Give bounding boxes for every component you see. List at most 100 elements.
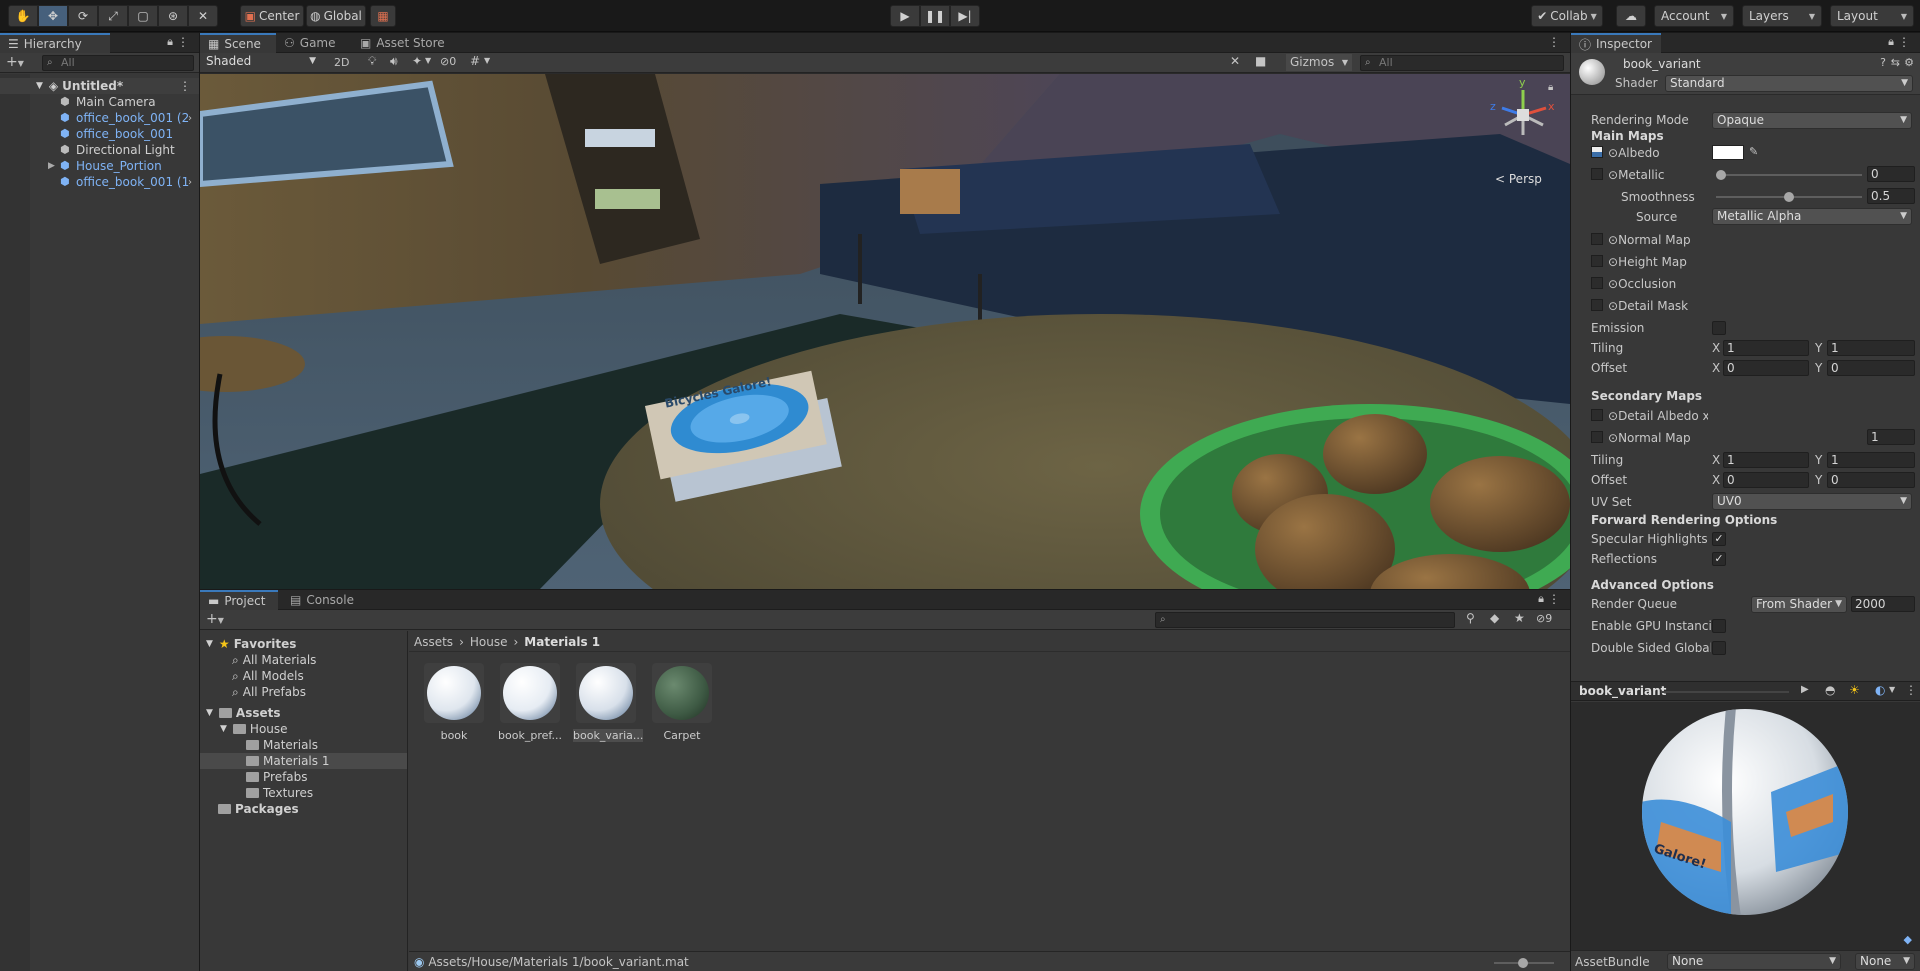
audio-icon[interactable]: 🔊︎	[390, 54, 398, 69]
chevron-right-icon[interactable]: ›	[188, 113, 192, 124]
secondary-normal-scale-input[interactable]: 1	[1867, 429, 1915, 445]
secondary-tiling-x-input[interactable]: 1	[1723, 452, 1809, 468]
smoothness-source-dropdown[interactable]: Metallic Alpha ▼	[1712, 208, 1912, 225]
hierarchy-item[interactable]: ⬢ Main Camera	[0, 94, 199, 110]
tab-game[interactable]: ⚇ Game	[276, 33, 350, 53]
asset-item[interactable]: Carpet	[649, 663, 715, 742]
smoothness-slider-knob[interactable]	[1784, 192, 1794, 202]
pivot-center-button[interactable]: ▣ Center	[240, 5, 304, 27]
lighting-icon[interactable]: 💡︎	[368, 54, 376, 69]
offset-y-input[interactable]: 0	[1827, 360, 1915, 376]
tiling-x-input[interactable]: 1	[1723, 340, 1809, 356]
gear-icon[interactable]: ⚙	[1904, 56, 1914, 69]
chevron-down-icon[interactable]: ▼	[484, 56, 490, 65]
more-menu-icon[interactable]: ⋮	[1548, 592, 1560, 606]
chevron-right-icon[interactable]: ›	[188, 177, 192, 188]
lock-icon[interactable]: 🔒︎	[1888, 35, 1894, 49]
favorite-item[interactable]: ⌕ All Prefabs	[200, 684, 407, 700]
occlusion-slot[interactable]	[1591, 277, 1603, 289]
picker-dot-icon[interactable]: ⊙	[1608, 409, 1618, 423]
breadcrumb-materials-1[interactable]: Materials 1	[524, 635, 600, 649]
toggle-2d-button[interactable]: 2D	[334, 56, 349, 69]
lock-icon[interactable]: 🔒︎	[1548, 82, 1553, 93]
hidden-objects-toggle[interactable]: ⊘0	[440, 55, 456, 68]
filter-type-icon[interactable]: ⚲	[1466, 611, 1475, 625]
hierarchy-search-input[interactable]: ⌕ All	[42, 55, 194, 71]
tab-hierarchy[interactable]: ☰ Hierarchy	[0, 33, 110, 53]
eyedropper-icon[interactable]: ✎	[1749, 145, 1758, 158]
tab-console[interactable]: ▤ Console	[282, 590, 360, 610]
more-menu-icon[interactable]: ⋮	[1548, 35, 1560, 49]
favorite-item[interactable]: ⌕ All Materials	[200, 652, 407, 668]
packages-row[interactable]: Packages	[200, 801, 407, 817]
chevron-down-icon[interactable]: ▼	[1889, 685, 1895, 694]
help-icon[interactable]: ?	[1880, 56, 1886, 69]
scene-menu-icon[interactable]: ⋮	[179, 79, 191, 93]
folder-item[interactable]: Prefabs	[200, 769, 407, 785]
house-folder-row[interactable]: ▼ House	[200, 721, 407, 737]
specular-highlights-checkbox[interactable]: ✓	[1712, 532, 1726, 546]
project-search-input[interactable]: ⌕	[1155, 612, 1455, 628]
emission-checkbox[interactable]	[1712, 321, 1726, 335]
sphere-shape-icon[interactable]: ◓	[1825, 683, 1835, 697]
more-menu-icon[interactable]: ⋮	[1898, 35, 1910, 49]
lock-icon[interactable]: 🔒︎	[1538, 592, 1544, 606]
metallic-texture-slot[interactable]	[1591, 168, 1603, 180]
move-tool-button[interactable]: ✥	[38, 5, 68, 27]
account-dropdown[interactable]: Account ▼	[1654, 5, 1734, 27]
asset-item[interactable]: book	[421, 663, 487, 742]
asset-item[interactable]: book_varia...	[573, 663, 644, 742]
hand-tool-button[interactable]: ✋	[8, 5, 38, 27]
tab-scene[interactable]: ▦ Scene	[200, 33, 276, 53]
play-button[interactable]: ▶	[890, 5, 920, 27]
tab-asset-store[interactable]: ▣ Asset Store	[352, 33, 462, 53]
step-button[interactable]: ▶|	[950, 5, 980, 27]
lock-icon[interactable]: 🔒︎	[167, 35, 173, 49]
detail-albedo-slot[interactable]	[1591, 409, 1603, 421]
hierarchy-item[interactable]: ⬢ office_book_001 (1 ›	[0, 174, 199, 190]
secondary-offset-y-input[interactable]: 0	[1827, 472, 1915, 488]
smoothness-slider[interactable]	[1716, 192, 1862, 202]
scene-search-input[interactable]: ⌕ All	[1360, 55, 1564, 71]
breadcrumb-assets[interactable]: Assets	[414, 635, 453, 649]
rect-tool-button[interactable]: ▢	[128, 5, 158, 27]
double-sided-gi-checkbox[interactable]	[1712, 641, 1726, 655]
create-button[interactable]: +▼	[6, 54, 24, 70]
pause-button[interactable]: ❚❚	[920, 5, 950, 27]
more-menu-icon[interactable]: ⋮	[177, 35, 189, 49]
persp-toggle[interactable]: < Persp	[1495, 172, 1542, 186]
offset-x-input[interactable]: 0	[1723, 360, 1809, 376]
chevron-down-icon[interactable]: ▼	[425, 56, 431, 65]
height-map-slot[interactable]	[1591, 255, 1603, 267]
albedo-texture-slot[interactable]	[1591, 146, 1603, 158]
smoothness-input[interactable]: 0.5	[1867, 188, 1915, 204]
folder-item[interactable]: Textures	[200, 785, 407, 801]
grid-snap-button[interactable]: ▦	[370, 5, 396, 27]
tab-project[interactable]: ▬ Project	[200, 590, 278, 610]
assets-row[interactable]: ▼ Assets	[200, 705, 407, 721]
normal-map-slot[interactable]	[1591, 233, 1603, 245]
collab-button[interactable]: ✔ Collab ▼	[1531, 5, 1603, 27]
hierarchy-item[interactable]: ⬢ office_book_001	[0, 126, 199, 142]
metallic-slider-knob[interactable]	[1716, 170, 1726, 180]
rotate-tool-button[interactable]: ⟳	[68, 5, 98, 27]
tools-icon[interactable]: ✕	[1230, 54, 1240, 68]
assetbundle-dropdown[interactable]: None ▼	[1667, 953, 1841, 970]
layout-dropdown[interactable]: Layout ▼	[1830, 5, 1914, 27]
tag-icon[interactable]: ◆	[1904, 933, 1912, 946]
expand-arrow-icon[interactable]: ▶	[48, 161, 60, 171]
effects-icon[interactable]: ✦	[412, 54, 422, 68]
thumbnail-size-slider[interactable]	[1494, 958, 1554, 968]
hidden-packages-toggle[interactable]: ⊘9	[1536, 612, 1552, 625]
picker-dot-icon[interactable]: ⊙	[1608, 255, 1618, 269]
picker-dot-icon[interactable]: ⊙	[1608, 431, 1618, 445]
assetbundle-variant-dropdown[interactable]: None ▼	[1855, 953, 1915, 970]
shading-mode-dropdown[interactable]: Shaded ▼	[202, 54, 320, 71]
reflections-checkbox[interactable]: ✓	[1712, 552, 1726, 566]
detail-mask-slot[interactable]	[1591, 299, 1603, 311]
light-icon[interactable]: ☀	[1849, 683, 1860, 697]
filter-label-icon[interactable]: ◆	[1490, 611, 1499, 625]
shader-dropdown[interactable]: Standard ▼	[1665, 75, 1913, 92]
scale-tool-button[interactable]: ⤢	[98, 5, 128, 27]
favorites-row[interactable]: ▼ ★ Favorites	[200, 636, 407, 652]
